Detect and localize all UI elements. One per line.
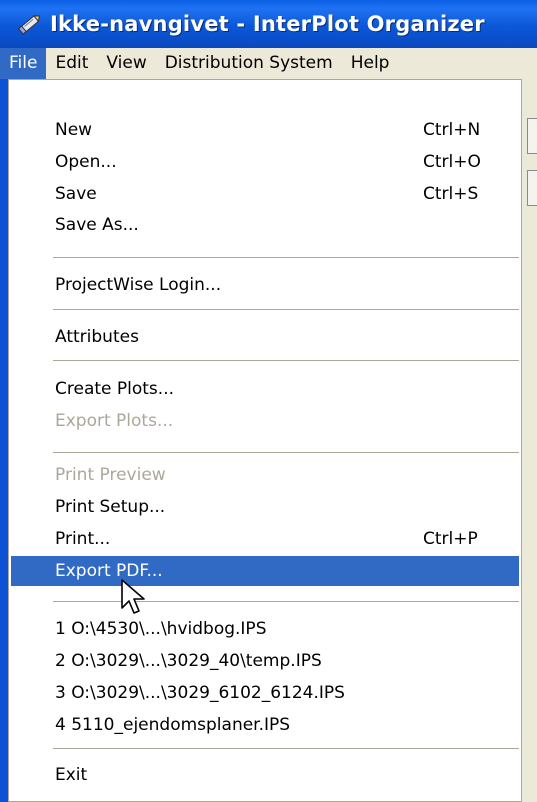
background-toolbar-button[interactable] — [527, 118, 537, 154]
menu-item-label: 1 O:\4530\...\hvidbog.IPS — [55, 619, 267, 639]
menu-item-shortcut: Ctrl+O — [423, 152, 481, 172]
menu-item-label: Print... — [55, 529, 111, 549]
menu-item-label: Save — [55, 184, 97, 204]
title-bar[interactable]: Ikke-navngivet - InterPlot Organizer — [0, 0, 537, 48]
menu-item-label: Export Plots... — [55, 411, 174, 431]
app-icon — [17, 15, 40, 35]
menu-item-export-pdf[interactable]: Export PDF... — [11, 556, 519, 586]
menu-item-print[interactable]: Print... Ctrl+P — [11, 524, 519, 554]
menu-distribution-system[interactable]: Distribution System — [156, 48, 342, 79]
menu-item-label: Create Plots... — [55, 379, 174, 399]
menu-item-open[interactable]: Open... Ctrl+O — [11, 147, 519, 177]
menu-separator — [53, 748, 519, 749]
menu-item-label: Print Preview — [55, 465, 166, 485]
menu-item-label: Open... — [55, 152, 117, 172]
menu-item-recent-file-1[interactable]: 1 O:\4530\...\hvidbog.IPS — [11, 614, 519, 644]
menu-item-print-preview[interactable]: Print Preview — [11, 460, 519, 490]
menu-file[interactable]: File — [0, 48, 47, 79]
menu-item-exit[interactable]: Exit — [11, 760, 519, 790]
menu-edit[interactable]: Edit — [46, 48, 97, 79]
menu-item-shortcut: Ctrl+N — [423, 120, 481, 140]
menu-bar: File Edit View Distribution System Help — [0, 48, 537, 79]
menu-item-label: Save As... — [55, 215, 139, 235]
menu-item-print-setup[interactable]: Print Setup... — [11, 492, 519, 522]
file-menu-dropdown: New Ctrl+N Open... Ctrl+O Save Ctrl+S Sa… — [8, 79, 522, 802]
menu-item-recent-file-2[interactable]: 2 O:\3029\...\3029_40\temp.IPS — [11, 646, 519, 676]
menu-view[interactable]: View — [97, 48, 155, 79]
mouse-pointer-icon — [121, 579, 145, 614]
menu-separator — [53, 257, 519, 258]
menu-item-save[interactable]: Save Ctrl+S — [11, 179, 519, 209]
menu-item-label: Attributes — [55, 327, 139, 347]
menu-item-new[interactable]: New Ctrl+N — [11, 115, 519, 145]
window-title: Ikke-navngivet - InterPlot Organizer — [50, 12, 485, 36]
menu-item-recent-file-4[interactable]: 4 5110_ejendomsplaner.IPS — [11, 710, 519, 740]
menu-help[interactable]: Help — [342, 48, 399, 79]
menu-item-label: Print Setup... — [55, 497, 166, 517]
menu-separator — [53, 452, 519, 453]
menu-item-label: Exit — [55, 765, 88, 785]
menu-item-projectwise-login[interactable]: ProjectWise Login... — [11, 270, 519, 300]
menu-item-save-as[interactable]: Save As... — [11, 210, 519, 240]
menu-item-shortcut: Ctrl+P — [423, 529, 478, 549]
menu-separator — [53, 360, 519, 361]
menu-item-attributes[interactable]: Attributes — [11, 322, 519, 352]
menu-item-label: 4 5110_ejendomsplaner.IPS — [55, 715, 291, 735]
menu-item-shortcut: Ctrl+S — [423, 184, 479, 204]
menu-item-label: ProjectWise Login... — [55, 275, 222, 295]
menu-item-label: 2 O:\3029\...\3029_40\temp.IPS — [55, 651, 322, 671]
menu-item-recent-file-3[interactable]: 3 O:\3029\...\3029_6102_6124.IPS — [11, 678, 519, 708]
background-toolbar-button[interactable] — [527, 170, 537, 206]
window-border — [0, 79, 8, 802]
menu-item-label: 3 O:\3029\...\3029_6102_6124.IPS — [55, 683, 345, 703]
menu-item-create-plots[interactable]: Create Plots... — [11, 374, 519, 404]
menu-item-export-plots[interactable]: Export Plots... — [11, 406, 519, 436]
menu-item-label: New — [55, 120, 93, 140]
menu-separator — [53, 309, 519, 310]
